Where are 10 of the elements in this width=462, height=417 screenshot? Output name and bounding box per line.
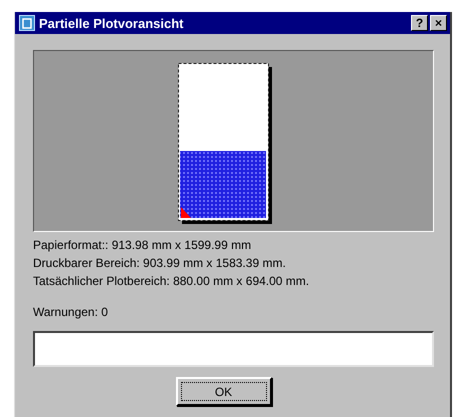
app-icon bbox=[19, 15, 35, 31]
ok-button[interactable]: OK bbox=[176, 377, 272, 406]
warnings-field[interactable] bbox=[33, 331, 434, 367]
info-text: Druckbarer Bereich: 903.99 mm x 1583.39 mm. bbox=[33, 255, 287, 272]
window-title: Partielle Plotvoransicht bbox=[39, 16, 184, 30]
warnings-label: Warnungen: 0 bbox=[33, 304, 108, 321]
help-button[interactable]: ? bbox=[411, 15, 428, 31]
close-button[interactable]: × bbox=[430, 15, 447, 31]
info-text: Tatsächlicher Plotbereich: 880.00 mm x 694.00 mm. bbox=[33, 273, 310, 290]
info-text: Papierformat:: 913.98 mm x 1599.99 mm bbox=[33, 237, 252, 254]
